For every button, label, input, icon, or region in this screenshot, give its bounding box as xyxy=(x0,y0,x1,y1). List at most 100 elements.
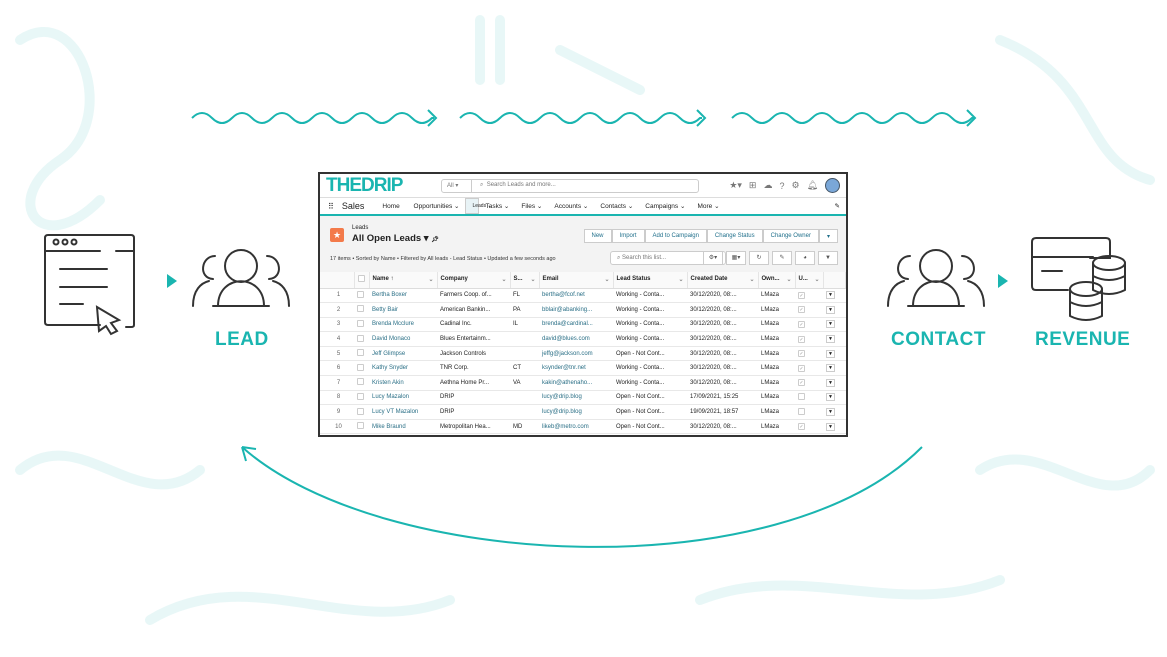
nav-tab-more[interactable]: More ⌄ xyxy=(691,198,725,214)
email-link[interactable]: bblair@abanking... xyxy=(539,302,613,318)
row-action-button[interactable]: ▼ xyxy=(826,320,835,329)
email-link[interactable]: brenda@cardinal... xyxy=(539,317,613,333)
table-row[interactable]: 6 Kathy Snyder TNR Corp. CT ksynder@tnr.… xyxy=(320,360,846,377)
email-link[interactable]: jeffg@jackson.com xyxy=(539,346,613,362)
row-checkbox[interactable] xyxy=(357,407,364,415)
row-action-button[interactable]: ▼ xyxy=(826,291,835,300)
row-checkbox[interactable] xyxy=(357,378,364,386)
row-action-button[interactable]: ▼ xyxy=(826,393,835,402)
row-checkbox[interactable] xyxy=(357,349,364,357)
help-icon[interactable]: ? xyxy=(779,181,784,191)
column-header[interactable]: Created Date ⌄ xyxy=(687,272,759,289)
row-checkbox[interactable] xyxy=(357,305,364,313)
trailhead-icon[interactable]: ☁ xyxy=(763,180,772,191)
table-row[interactable]: 4 David Monaco Blues Entertainm... david… xyxy=(320,331,846,347)
row-checkbox[interactable] xyxy=(357,422,364,430)
table-row[interactable]: 3 Brenda Mcclure Cadinal Inc. IL brenda@… xyxy=(320,317,846,333)
unread-checkbox: ✓ xyxy=(798,320,805,328)
select-all-checkbox[interactable] xyxy=(357,275,365,283)
lead-name-link[interactable]: Lucy Mazalon xyxy=(369,390,437,406)
display-as-icon[interactable]: ▦▾ xyxy=(726,251,746,265)
nav-tab-campaigns[interactable]: Campaigns ⌄ xyxy=(639,198,691,214)
lead-status-cell: Working - Conta... xyxy=(613,288,687,304)
created-date-cell: 30/12/2020, 08:... xyxy=(687,375,758,391)
search-scope[interactable]: All ▾ xyxy=(442,179,472,192)
change-owner-button[interactable]: Change Owner xyxy=(762,229,819,243)
column-header[interactable]: S... ⌄ xyxy=(510,272,540,289)
more-actions-button[interactable]: ▾ xyxy=(818,229,838,243)
email-link[interactable]: david@blues.com xyxy=(539,331,613,347)
bell-icon[interactable]: 🔔︎ xyxy=(807,180,818,191)
lead-name-link[interactable]: Kristen Akin xyxy=(369,375,437,391)
row-action-button[interactable]: ▼ xyxy=(826,335,835,344)
lead-name-link[interactable]: Lucy VT Mazalon xyxy=(369,404,437,420)
owner-cell: LMaza xyxy=(758,346,795,362)
favorites-icon[interactable]: ★▾ xyxy=(729,180,742,191)
table-row[interactable]: 10 Mike Braund Metropolitan Hea... MD li… xyxy=(320,419,846,435)
table-row[interactable]: 1 Bertha Boxer Farmers Coop. of... FL be… xyxy=(320,288,846,304)
email-link[interactable]: kakin@athenaho... xyxy=(539,375,613,391)
column-header[interactable]: U... ⌄ xyxy=(795,272,824,289)
lead-name-link[interactable]: David Monaco xyxy=(369,331,437,347)
import-button[interactable]: Import xyxy=(611,229,645,243)
app-launcher-icon[interactable]: ⠿ xyxy=(328,202,334,211)
table-row[interactable]: 5 Jeff Glimpse Jackson Controls jeffg@ja… xyxy=(320,346,846,362)
lead-name-link[interactable]: Betty Bair xyxy=(369,302,437,318)
row-checkbox[interactable] xyxy=(357,363,364,371)
lead-name-link[interactable]: Kathy Snyder xyxy=(369,360,437,377)
edit-icon[interactable]: ✎ xyxy=(772,251,792,265)
row-action-button[interactable]: ▼ xyxy=(826,378,835,387)
row-action-button[interactable]: ▼ xyxy=(826,364,835,373)
column-header[interactable]: Own... ⌄ xyxy=(758,272,796,289)
list-view-selector[interactable]: All Open Leads ▾ 📌︎ xyxy=(352,233,439,244)
column-header[interactable]: Lead Status ⌄ xyxy=(613,272,688,289)
row-action-button[interactable]: ▼ xyxy=(826,305,835,314)
new-button[interactable]: New xyxy=(583,229,612,243)
lead-name-link[interactable]: Brenda Mcclure xyxy=(369,317,437,333)
nav-tab-files[interactable]: Files ⌄ xyxy=(515,198,548,214)
lead-name-link[interactable]: Jeff Glimpse xyxy=(369,346,437,362)
column-header[interactable]: Name ↑ ⌄ xyxy=(369,272,438,289)
refresh-icon[interactable]: ↻ xyxy=(749,251,769,265)
created-date-cell: 30/12/2020, 08:... xyxy=(687,346,758,362)
row-checkbox[interactable] xyxy=(357,319,364,327)
row-action-button[interactable]: ▼ xyxy=(826,349,835,358)
nav-tab-leads[interactable]: Leads ⌄ xyxy=(465,198,492,214)
table-row[interactable]: 7 Kristen Akin Aethna Home Pr... VA kaki… xyxy=(320,375,846,391)
edit-nav-icon[interactable]: ✎ xyxy=(835,202,840,210)
row-checkbox[interactable] xyxy=(357,392,364,400)
lead-name-link[interactable]: Mike Braund xyxy=(369,419,437,435)
row-checkbox[interactable] xyxy=(357,290,364,298)
email-link[interactable]: lucy@drip.blog xyxy=(539,404,613,420)
global-search[interactable]: All ▾ ⌕ Search Leads and more... xyxy=(441,178,699,193)
avatar[interactable] xyxy=(825,178,840,193)
row-action-button[interactable]: ▼ xyxy=(826,408,835,417)
nav-tab-contacts[interactable]: Contacts ⌄ xyxy=(594,198,639,214)
email-link[interactable]: ksynder@tnr.net xyxy=(539,360,613,377)
settings-icon[interactable]: ⚙▾ xyxy=(703,251,723,265)
chart-icon[interactable]: ◕ xyxy=(795,251,815,265)
change-status-button[interactable]: Change Status xyxy=(706,229,763,243)
lead-name-link[interactable]: Bertha Boxer xyxy=(369,288,437,304)
email-link[interactable]: likeb@metro.com xyxy=(539,419,613,435)
row-action-button[interactable]: ▼ xyxy=(826,422,835,431)
owner-cell: LMaza xyxy=(758,404,795,420)
table-row[interactable]: 2 Betty Bair American Bankin... PA bblai… xyxy=(320,302,846,318)
email-link[interactable]: lucy@drip.blog xyxy=(539,390,613,406)
column-header[interactable]: Company ⌄ xyxy=(437,272,511,289)
created-date-cell: 30/12/2020, 08:... xyxy=(687,288,758,304)
table-row[interactable]: 8 Lucy Mazalon DRIP lucy@drip.blog Open … xyxy=(320,390,846,406)
nav-tab-accounts[interactable]: Accounts ⌄ xyxy=(548,198,594,214)
add-to-campaign-button[interactable]: Add to Campaign xyxy=(644,229,707,243)
column-header[interactable]: Email ⌄ xyxy=(539,272,614,289)
nav-tab-tasks[interactable]: Tasks ⌄ xyxy=(479,198,515,214)
nav-tab-opportunities[interactable]: Opportunities ⌄ xyxy=(408,198,466,214)
nav-tab-home[interactable]: Home xyxy=(376,198,407,214)
email-link[interactable]: bertha@fcof.net xyxy=(539,288,613,304)
row-checkbox[interactable] xyxy=(357,334,364,342)
gear-icon[interactable]: ⚙ xyxy=(791,180,799,191)
table-row[interactable]: 9 Lucy VT Mazalon DRIP lucy@drip.blog Op… xyxy=(320,404,846,420)
add-icon[interactable]: ⊞ xyxy=(749,180,757,191)
unread-checkbox xyxy=(798,407,805,415)
filter-icon[interactable]: ▼ xyxy=(818,251,838,265)
